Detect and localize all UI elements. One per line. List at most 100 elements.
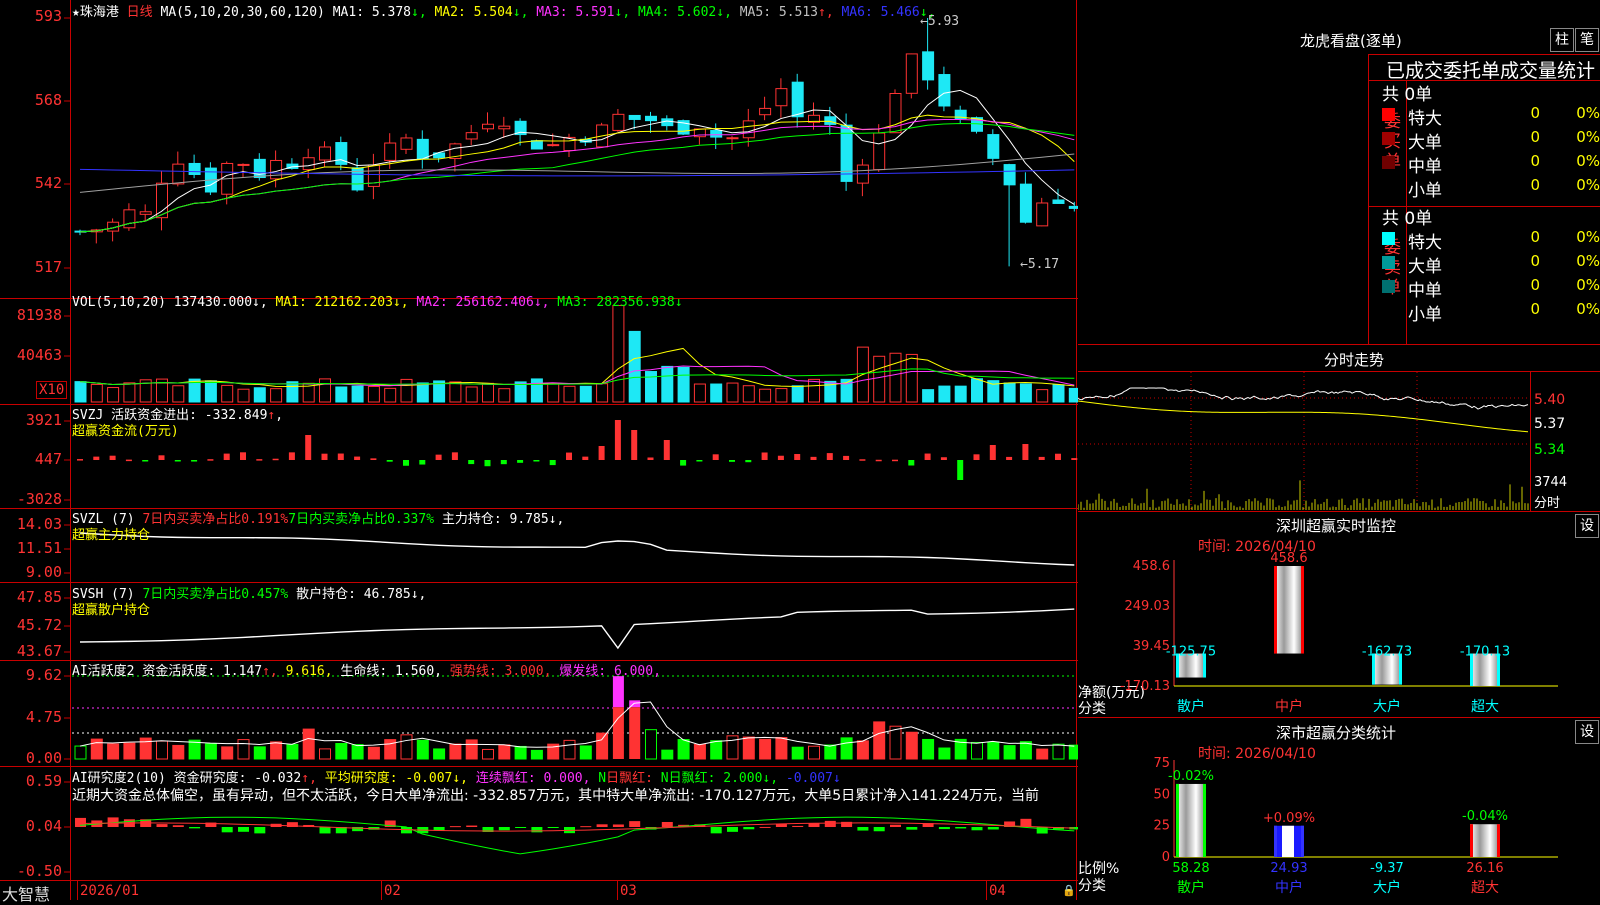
ma-value-5: MA5: 5.513 [731, 5, 818, 20]
volume-bar [645, 371, 657, 403]
stock-name[interactable]: 珠海港 [80, 5, 119, 20]
candle-body [384, 142, 397, 161]
volume-bar [563, 385, 576, 403]
activity-bar [204, 743, 217, 760]
ma-value-3: MA3: 5.591 [528, 5, 615, 20]
candle-body [1003, 164, 1016, 186]
research-bar [955, 827, 967, 829]
research-bar [596, 824, 608, 827]
fund-flow-bar [663, 440, 670, 460]
candle-body [710, 130, 723, 138]
volume-bar [351, 385, 364, 403]
candle-body [319, 146, 331, 161]
star-icon[interactable]: ★ [72, 5, 80, 20]
monitor-category: 超大 [1471, 699, 1499, 715]
candle-body [172, 163, 185, 185]
activity-bar [90, 738, 103, 760]
svsh-subtitle: 超赢散户持仓 [72, 603, 151, 618]
volume-bar [107, 387, 120, 403]
classify-bar [1176, 783, 1206, 857]
research-bar [710, 827, 722, 834]
classify-y-tick: 0 [1162, 850, 1170, 865]
lock-icon[interactable]: 🔒 [1062, 884, 1076, 897]
research-bar [156, 824, 168, 827]
volume-bar [465, 386, 478, 403]
activity-bar [172, 744, 185, 760]
research-bar [172, 825, 184, 827]
ma-line-1 [79, 89, 1075, 233]
fund-flow-bar [77, 459, 83, 461]
volume-bar [270, 388, 283, 403]
fund-flow-bar [354, 456, 361, 460]
research-bar [515, 827, 527, 828]
ma-value-1: MA1: 5.378 [332, 5, 411, 20]
classify-bar-edge [1301, 825, 1304, 857]
volume-bar [400, 378, 413, 403]
fund-flow-bar [223, 453, 230, 460]
research-bar [580, 826, 592, 828]
volume-bar [1068, 387, 1078, 403]
activity-bar [270, 741, 283, 760]
ai2-header: AI研究度2(10) 资金研究度: -0.032↑, 平均研究度: -0.007… [72, 771, 841, 786]
research-bar [661, 821, 673, 827]
activity-bar [319, 748, 331, 760]
volume-bar [726, 382, 739, 403]
ma-params: MA(5,10,20,30,60,120) [160, 5, 325, 20]
activity-bar [840, 737, 853, 760]
classify-bar-value: 26.16 [1466, 861, 1503, 876]
monitor-bar-value: 458.6 [1270, 551, 1307, 566]
fund-flow-bar [272, 458, 279, 461]
period-label[interactable]: 日线 [127, 5, 153, 20]
kline-chart[interactable] [0, 0, 1078, 900]
activity-bar [661, 749, 674, 760]
fund-flow-bar [337, 453, 344, 460]
activity-bar [889, 725, 902, 760]
activity-bar [449, 743, 462, 760]
candle-body [905, 53, 918, 94]
activity-bar [514, 745, 527, 760]
research-bar [498, 827, 510, 831]
candle-body [498, 125, 511, 130]
fund-flow-bar [680, 460, 687, 466]
classify-category: 散户 [1177, 879, 1205, 896]
research-bar [938, 827, 950, 830]
classify-y-tick: 25 [1153, 819, 1170, 834]
activity-bar [905, 731, 918, 760]
candle-body [1052, 199, 1065, 204]
volume-bar [335, 386, 348, 403]
vol-header: VOL(5,10,20) 137430.000↓, MA1: 212162.20… [72, 295, 683, 310]
high-price-label: ←5.93 [920, 14, 960, 29]
volume-bar [693, 383, 706, 403]
candle-body [123, 209, 136, 229]
volume-bar [367, 385, 380, 403]
fund-flow-bar [125, 459, 132, 462]
fund-flow-bar [614, 420, 621, 460]
volume-bar [530, 378, 543, 403]
ma-value-2: MA2: 5.504 [426, 5, 513, 20]
fund-flow-bar [843, 455, 850, 460]
fund-flow-bar [794, 454, 801, 460]
fund-flow-bar [207, 459, 214, 461]
research-bar [971, 827, 983, 831]
monitor-bar-value: -125.75 [1166, 645, 1216, 660]
activity-bar [677, 739, 690, 760]
research-bar [531, 827, 543, 833]
activity-bar [335, 743, 348, 760]
fund-flow-bar [500, 460, 507, 465]
research-bar [824, 820, 836, 827]
chart-area[interactable]: 593 568 542 517 81938 40463 X10 3921 447… [0, 0, 1078, 904]
candle-body [465, 132, 478, 140]
activity-bar [1068, 744, 1078, 760]
activity-bar [563, 739, 576, 760]
fund-flow-bar [305, 435, 312, 460]
candle-body [253, 158, 266, 179]
candle-body [139, 211, 152, 215]
x-label-feb: 02 [384, 883, 401, 899]
retail-holding-line [79, 608, 1075, 650]
fund-flow-bar [549, 460, 556, 466]
x-label-jan: 2026/01 [80, 883, 140, 899]
volume-bar [1052, 384, 1065, 403]
classify-change-pct: -0.02% [1168, 769, 1214, 784]
candle-body [938, 74, 951, 107]
volume-bar [482, 382, 494, 403]
